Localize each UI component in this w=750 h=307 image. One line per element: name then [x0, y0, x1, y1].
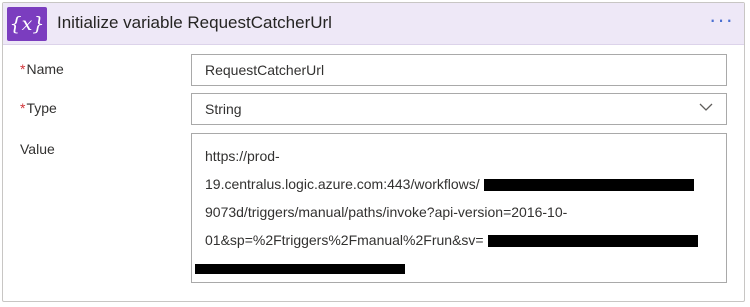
value-line — [195, 254, 726, 282]
name-label-text: Name — [26, 61, 64, 77]
type-label: *Type — [20, 100, 57, 116]
value-line: 01&sp=%2Ftriggers%2Fmanual%2Frun&sv= — [205, 226, 726, 254]
action-title[interactable]: Initialize variable RequestCatcherUrl — [57, 13, 332, 33]
name-input[interactable]: RequestCatcherUrl — [191, 54, 727, 86]
required-asterisk: * — [20, 61, 26, 77]
name-label: *Name — [20, 61, 64, 77]
type-label-text: Type — [26, 100, 57, 116]
more-options-icon[interactable]: ··· — [709, 9, 734, 31]
card-header[interactable]: {x} Initialize variable RequestCatcherUr… — [3, 3, 744, 45]
type-selected-value: String — [205, 101, 242, 117]
value-textarea[interactable]: https://prod- 19.centralus.logic.azure.c… — [191, 133, 727, 283]
value-line: https://prod- — [205, 148, 280, 164]
redaction-bar — [483, 179, 694, 192]
required-asterisk: * — [20, 100, 26, 116]
type-dropdown[interactable]: String — [191, 93, 727, 125]
value-line-text: 01&sp=%2Ftriggers%2Fmanual%2Frun&sv= — [205, 232, 484, 248]
value-line: 19.centralus.logic.azure.com:443/workflo… — [205, 170, 726, 198]
value-line: 9073d/triggers/manual/paths/invoke?api-v… — [205, 204, 568, 220]
value-line-text: 19.centralus.logic.azure.com:443/workflo… — [205, 176, 480, 192]
chevron-down-icon[interactable] — [698, 99, 714, 115]
redaction-bar — [487, 235, 698, 248]
initialize-variable-card: {x} Initialize variable RequestCatcherUr… — [2, 2, 745, 302]
variable-icon: {x} — [7, 7, 47, 41]
value-label: Value — [20, 141, 55, 157]
redaction-bar — [195, 264, 405, 274]
